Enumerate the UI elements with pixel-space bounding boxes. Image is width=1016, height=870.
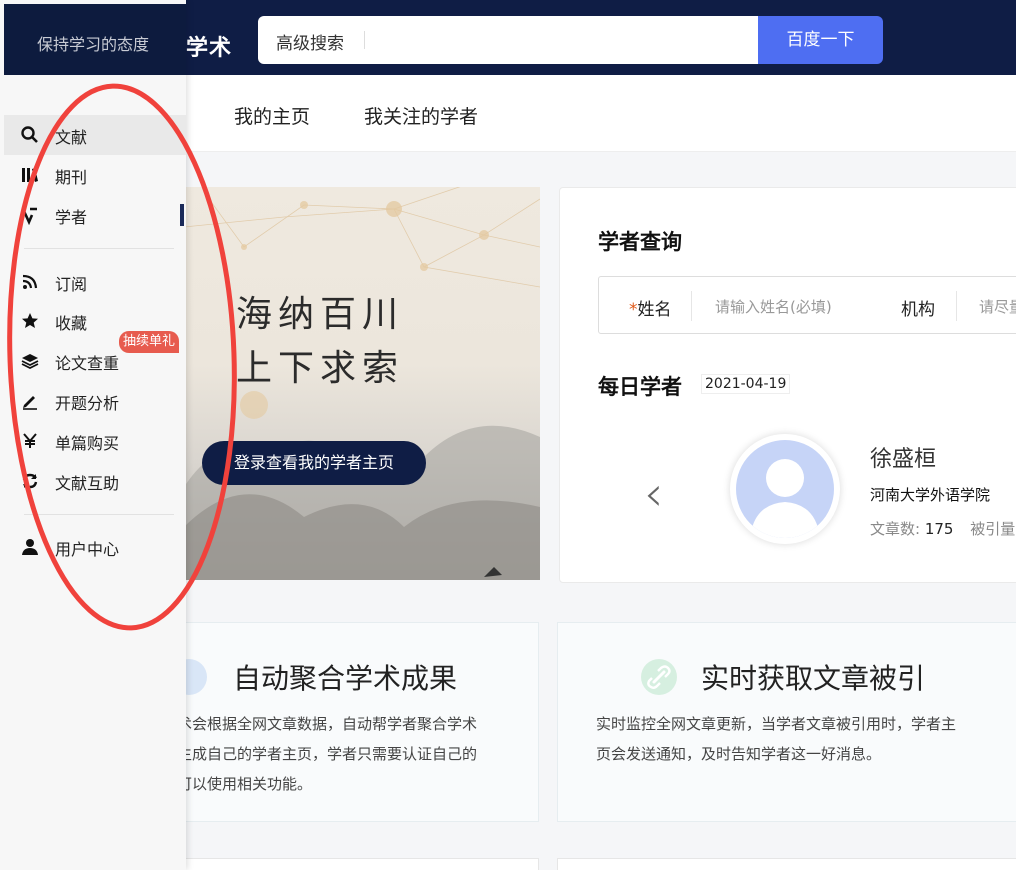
org-input[interactable]: 请尽量 <box>979 296 1016 317</box>
journal-icon <box>22 168 38 182</box>
sidebar-item-proposal-analysis[interactable]: 开题分析 <box>4 381 186 421</box>
rss-icon <box>22 274 38 289</box>
name-input[interactable]: 请输入姓名(必填) <box>715 296 832 317</box>
daily-scholar-title: 每日学者 <box>598 375 682 399</box>
sidebar-item-label: 订阅 <box>55 275 88 294</box>
feature-title: 自动聚合学术成果 <box>233 662 458 695</box>
sidebar-item-label: 收藏 <box>55 314 88 333</box>
tab-followed-scholars[interactable]: 我关注的学者 <box>364 102 478 129</box>
sidebar-item-literature-help[interactable]: 文献互助 <box>4 461 186 501</box>
feature-card-citations: 实时获取文章被引 实时监控全网文章更新，当学者文章被引用时，学者主 页会发送通知… <box>557 622 1016 822</box>
sidebar-item-label: 用户中心 <box>55 540 120 559</box>
feature-description: 实时监控全网文章更新，当学者文章被引用时，学者主 页会发送通知，及时告知学者这一… <box>596 709 956 769</box>
feature-title: 实时获取文章被引 <box>701 662 926 695</box>
articles-label: 文章数: <box>870 520 921 538</box>
daily-scholar-date: 2021-04-19 <box>701 374 791 394</box>
field-divider <box>691 291 692 321</box>
yen-icon <box>23 433 37 448</box>
chevron-left-icon[interactable]: ‹ <box>644 466 663 522</box>
sidebar-item-scholars[interactable]: 学者 <box>4 195 186 235</box>
side-menu-header: 保持学习的态度 <box>4 4 186 75</box>
tab-my-homepage[interactable]: 我的主页 <box>234 102 310 129</box>
motto-text: 保持学习的态度 <box>37 35 150 54</box>
sidebar-item-label: 文献互助 <box>55 474 120 493</box>
side-menu: 保持学习的态度 文献 期刊 学者 订阅 收藏 论文查重 抽续单礼 开题分析 单篇… <box>0 0 186 870</box>
scholar-stats: 文章数: 175 被引量 <box>870 518 1015 539</box>
pencil-icon <box>23 396 37 410</box>
login-scholar-homepage-button[interactable]: 登录查看我的学者主页 <box>202 441 426 485</box>
sidebar-item-user-center[interactable]: 用户中心 <box>4 527 186 567</box>
feature-description: 术会根据全网文章数据，自动帮学者聚合学术 生成自己的学者主页，学者只需要认证自己… <box>177 709 477 799</box>
feature-desc-line: 页会发送通知，及时告知学者这一好消息。 <box>596 745 882 763</box>
feature-card-aggregate: 自动聚合学术成果 术会根据全网文章数据，自动帮学者聚合学术 生成自己的学者主页，… <box>150 622 539 822</box>
org-label: 机构 <box>901 300 935 320</box>
sidebar-item-label: 论文查重 <box>55 354 120 373</box>
sidebar-item-label: 学者 <box>55 208 88 227</box>
menu-divider <box>24 514 174 515</box>
search-icon <box>21 126 38 143</box>
feature-desc-line: 实时监控全网文章更新，当学者文章被引用时，学者主 <box>596 715 957 733</box>
search-input[interactable]: 高级搜索 <box>258 16 758 64</box>
avatar[interactable] <box>730 434 840 544</box>
field-divider <box>956 291 957 321</box>
card-edge <box>150 858 539 870</box>
sidebar-item-label: 文献 <box>55 128 88 147</box>
menu-divider <box>24 248 174 249</box>
feature-desc-line: 生成自己的学者主页，学者只需要认证自己的 <box>177 745 478 763</box>
layers-icon <box>21 354 39 370</box>
sidebar-item-journals[interactable]: 期刊 <box>4 155 186 195</box>
feature-desc-line: 术会根据全网文章数据，自动帮学者聚合学术 <box>177 715 478 733</box>
sidebar-item-single-purchase[interactable]: 单篇购买 <box>4 421 186 461</box>
hero-slogan-line-1: 海纳百川 <box>236 294 405 335</box>
star-icon <box>22 313 38 328</box>
active-indicator <box>180 204 184 226</box>
name-label: *姓名 <box>629 295 672 320</box>
link-icon <box>641 659 677 695</box>
site-logo[interactable]: 学术 <box>186 30 232 62</box>
sidebar-item-literature[interactable]: 文献 <box>4 115 186 155</box>
scholar-name[interactable]: 徐盛桓 <box>870 441 936 473</box>
card-edge <box>557 858 1016 870</box>
required-mark: * <box>629 300 638 320</box>
avatar-placeholder-icon <box>736 440 834 538</box>
cited-label: 被引量 <box>970 520 1016 538</box>
scholar-query-card: 学者查询 *姓名 请输入姓名(必填) 机构 请尽量 每日学者 2021-04-1… <box>559 187 1016 583</box>
sidebar-item-label: 单篇购买 <box>55 434 120 453</box>
hero-slogan-line-2: 上下求索 <box>236 348 405 389</box>
sidebar-item-subscriptions[interactable]: 订阅 <box>4 262 186 302</box>
search-divider <box>364 31 365 49</box>
name-label-text: 姓名 <box>637 300 672 320</box>
sidebar-item-label: 开题分析 <box>55 394 120 413</box>
search-button[interactable]: 百度一下 <box>758 16 883 64</box>
scholar-query-form: *姓名 请输入姓名(必填) 机构 请尽量 <box>598 276 1016 334</box>
scholar-query-title: 学者查询 <box>598 230 682 254</box>
scholar-icon <box>21 207 37 225</box>
page: 学术 高级搜索 百度一下 我的主页 我关注的学者 海纳百川 上下求索 登录查看我… <box>0 0 1016 870</box>
articles-count: 175 <box>924 520 954 538</box>
hero-banner: 海纳百川 上下求索 登录查看我的学者主页 <box>184 187 540 580</box>
feature-desc-line: 可以使用相关功能。 <box>177 775 313 793</box>
advanced-search-link[interactable]: 高级搜索 <box>276 29 344 54</box>
user-icon <box>22 539 38 555</box>
refresh-icon <box>22 473 38 489</box>
scholar-institution: 河南大学外语学院 <box>870 486 991 504</box>
promo-badge[interactable]: 抽续单礼 <box>119 331 180 353</box>
sidebar-item-label: 期刊 <box>55 168 88 187</box>
